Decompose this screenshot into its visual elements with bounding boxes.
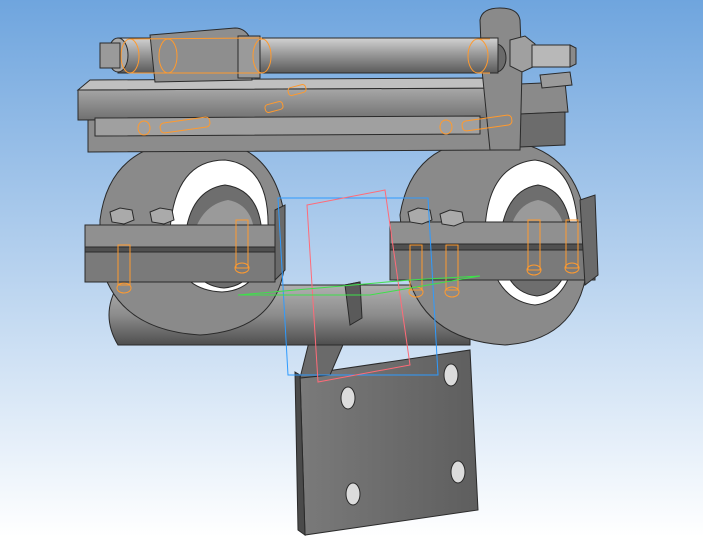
plate-hole xyxy=(340,386,356,410)
flange-nut[interactable] xyxy=(439,209,465,227)
model-canvas[interactable] xyxy=(0,0,703,537)
flange-nut[interactable] xyxy=(149,207,175,225)
cad-3d-viewport[interactable] xyxy=(0,0,703,537)
flange-nut[interactable] xyxy=(109,207,135,225)
upper-beam[interactable] xyxy=(76,77,502,153)
mounting-plate[interactable] xyxy=(294,349,479,536)
plate-hole xyxy=(345,482,361,506)
rod-support-left[interactable] xyxy=(149,27,261,83)
plate-hole xyxy=(450,460,466,484)
plate-hole xyxy=(443,363,459,387)
